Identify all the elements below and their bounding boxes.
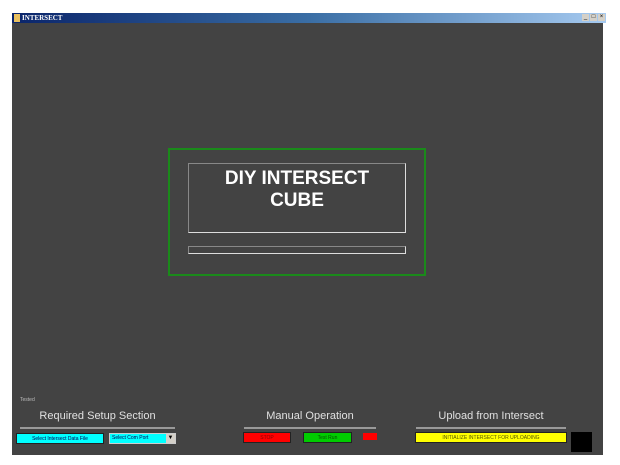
upload-divider [416,427,566,429]
minimize-button[interactable]: _ [582,14,589,21]
maximize-button[interactable]: □ [590,14,597,21]
splash-title: DIY INTERSECT CUBE [188,163,406,233]
select-data-file-button[interactable]: Select Intersect Data File [16,433,104,444]
title-bar: INTERSECT _ □ × [12,13,606,23]
splash-title-line1: DIY INTERSECT [224,168,370,189]
window-title: INTERSECT [22,14,63,22]
upload-indicator [571,432,592,452]
com-port-select[interactable]: Select Com Port ▼ [109,433,176,444]
close-button[interactable]: × [598,14,605,21]
progress-bar [188,246,406,254]
manual-heading: Manual Operation [266,410,354,422]
test-run-button[interactable]: Test Run [303,432,352,443]
setup-heading: Required Setup Section [39,410,156,422]
stop-button[interactable]: STOP [243,432,291,443]
setup-divider [20,427,175,429]
app-icon [14,14,20,22]
manual-divider [244,427,376,429]
status-label: Tested [20,397,35,403]
status-indicator [363,433,377,440]
com-port-value: Select Com Port [112,435,149,441]
upload-heading: Upload from Intersect [438,410,544,422]
chevron-down-icon[interactable]: ▼ [166,434,175,443]
splash-title-line2: CUBE [270,190,324,211]
initialize-upload-button[interactable]: INITIALIZE INTERSECT FOR UPLOADING [415,432,567,443]
